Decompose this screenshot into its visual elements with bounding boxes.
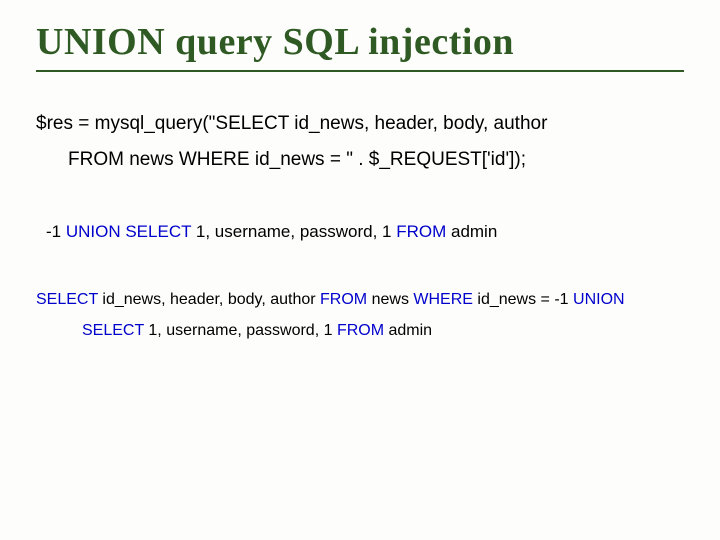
payload-text-1: -1 xyxy=(46,222,66,241)
result-text-1: id_news, header, body, author xyxy=(98,291,320,308)
title-rule xyxy=(36,70,684,72)
slide: UNION query SQL injection $res = mysql_q… xyxy=(0,0,720,540)
result-kw-where: WHERE xyxy=(413,291,473,308)
code-block-php: $res = mysql_query("SELECT id_news, head… xyxy=(36,106,684,178)
result-kw-union: UNION xyxy=(573,291,625,308)
payload-text-2: 1, username, password, 1 xyxy=(191,222,396,241)
result-line-1: SELECT id_news, header, body, author FRO… xyxy=(36,285,684,315)
code-block-result: SELECT id_news, header, body, author FRO… xyxy=(36,285,684,346)
result-text-3: id_news = -1 xyxy=(473,291,573,308)
result-line-2: SELECT 1, username, password, 1 FROM adm… xyxy=(36,316,684,346)
result-text-5: admin xyxy=(384,322,432,339)
payload-line: -1 UNION SELECT 1, username, password, 1… xyxy=(36,218,684,245)
result-text-2: news xyxy=(367,291,413,308)
slide-title: UNION query SQL injection xyxy=(36,20,684,64)
payload-kw-union-select: UNION SELECT xyxy=(66,222,191,241)
result-kw-select: SELECT xyxy=(36,291,98,308)
payload-kw-from: FROM xyxy=(396,222,446,241)
php-line-1: $res = mysql_query("SELECT id_news, head… xyxy=(36,106,684,142)
payload-text-3: admin xyxy=(446,222,497,241)
result-kw-select-2: SELECT xyxy=(82,322,144,339)
code-block-payload: -1 UNION SELECT 1, username, password, 1… xyxy=(36,218,684,245)
result-kw-from-1: FROM xyxy=(320,291,367,308)
php-line-2: FROM news WHERE id_news = " . $_REQUEST[… xyxy=(36,142,684,178)
result-text-4: 1, username, password, 1 xyxy=(144,322,337,339)
result-kw-from-2: FROM xyxy=(337,322,384,339)
